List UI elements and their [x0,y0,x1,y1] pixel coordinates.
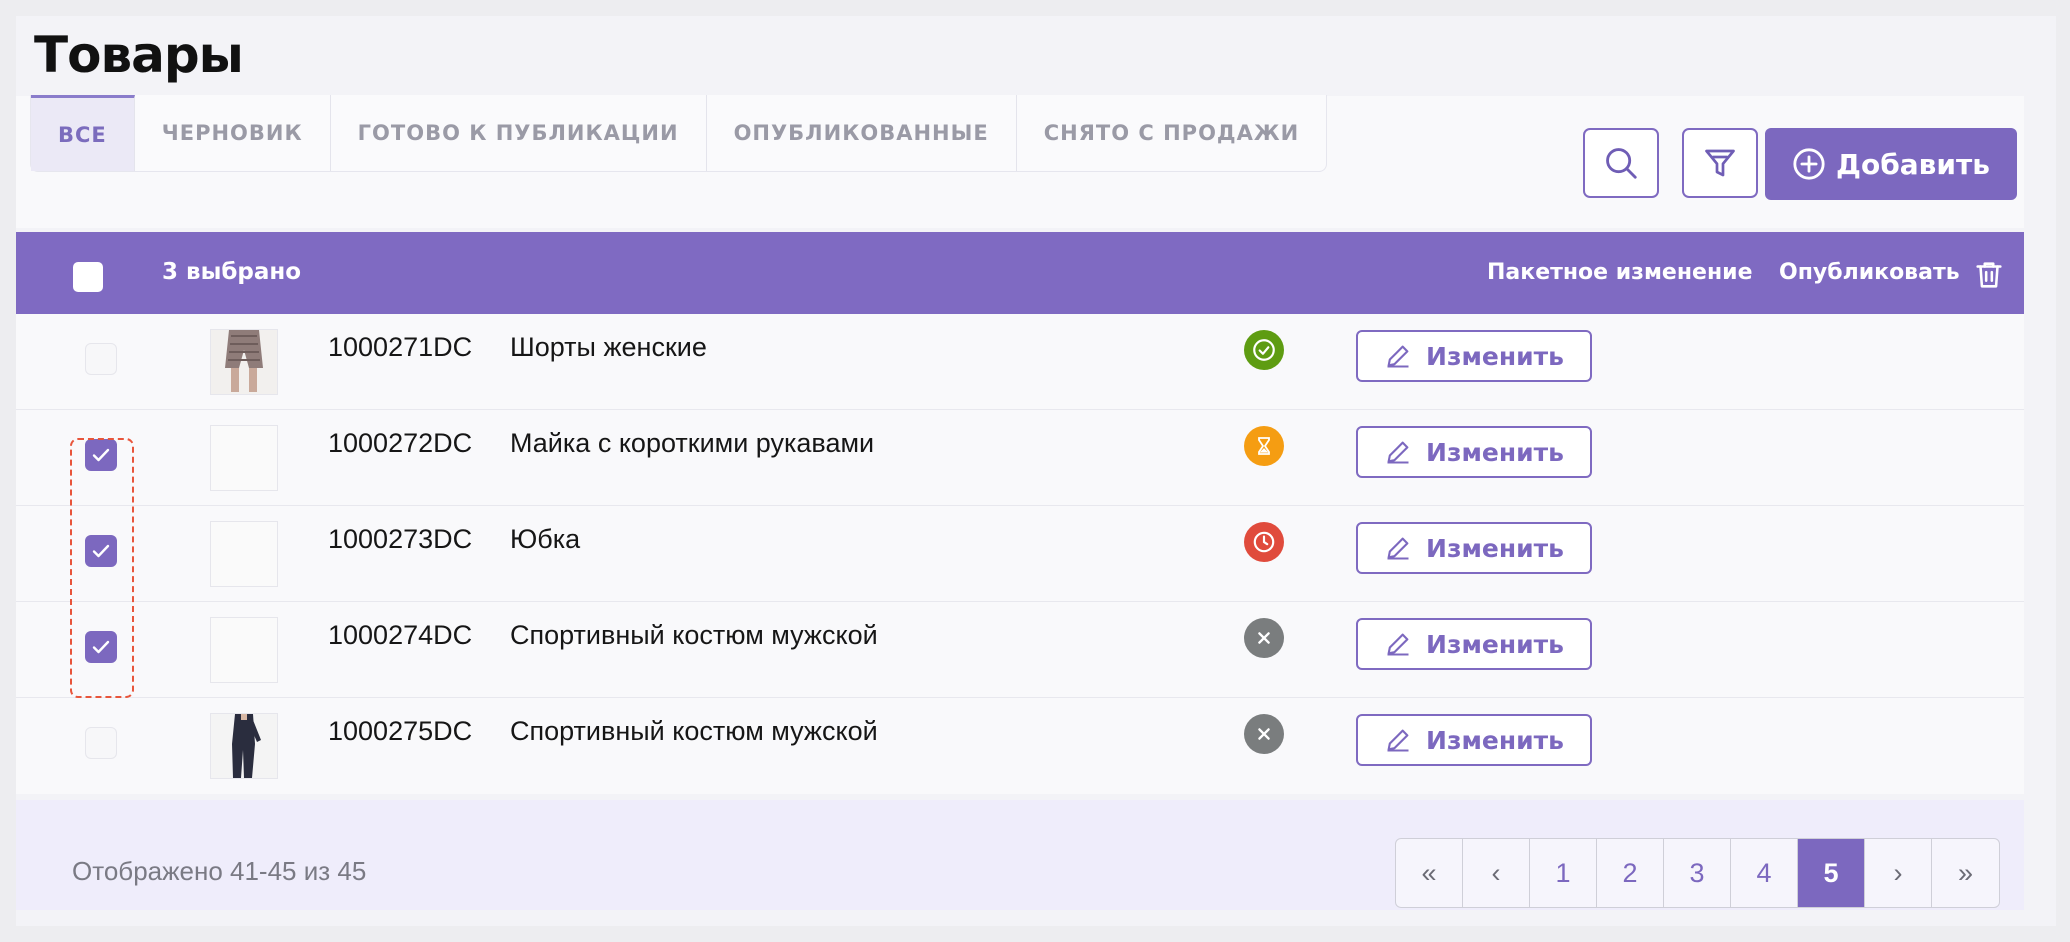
table-row: 1000275DC Спортивный костюм мужской Изме… [16,698,2024,794]
select-all-checkbox[interactable] [73,262,103,292]
product-name: Шорты женские [510,332,707,362]
product-thumbnail [210,713,278,779]
edit-button-label: Изменить [1426,629,1564,659]
filter-button[interactable] [1682,128,1758,198]
hourglass-icon [1258,437,1270,455]
product-name: Майка с короткими рукавами [510,428,875,458]
selection-highlight [70,438,134,698]
product-sku: 1000272DC [328,428,473,458]
product-thumbnail [210,617,278,683]
add-button[interactable]: Добавить [1765,128,2017,200]
table-row: 1000272DC Майка с короткими рукавами Изм… [16,410,2024,506]
edit-button[interactable]: Изменить [1356,714,1592,766]
check-circle-icon [1253,339,1275,361]
page-button-1[interactable]: 1 [1530,839,1597,907]
page-button-5[interactable]: 5 [1798,839,1865,907]
trash-icon[interactable] [1972,258,2006,292]
table-row: 1000271DC Шорты женские Изменить [16,314,2024,410]
last-page-button[interactable]: » [1932,839,1999,907]
product-thumbnail [210,329,278,395]
page-button-4[interactable]: 4 [1731,839,1798,907]
page-title: Товары [34,26,244,84]
status-badge [1244,714,1284,754]
search-button[interactable] [1583,128,1659,198]
plus-circle-icon [1793,148,1825,180]
search-icon [1606,148,1637,179]
page-button-3[interactable]: 3 [1664,839,1731,907]
product-sku: 1000271DC [328,332,473,362]
edit-button-label: Изменить [1426,341,1564,371]
product-thumbnail [210,425,278,491]
product-name: Юбка [510,524,581,554]
publish-button[interactable]: Опубликовать [1779,260,1960,285]
product-thumbnail [210,521,278,587]
first-page-button[interactable]: « [1396,839,1463,907]
tab-published[interactable]: ОПУБЛИКОВАННЫЕ [707,95,1017,171]
table-row: 1000274DC Спортивный костюм мужской Изме… [16,602,2024,698]
pencil-icon [1387,729,1409,752]
tab-ready[interactable]: ГОТОВО К ПУБЛИКАЦИИ [331,95,707,171]
pencil-icon [1387,537,1409,560]
pencil-icon [1387,633,1409,656]
status-badge [1244,618,1284,658]
clock-icon [1253,531,1275,553]
edit-button-label: Изменить [1426,725,1564,755]
status-badge [1244,522,1284,562]
product-name: Спортивный костюм мужской [510,620,878,650]
edit-button[interactable]: Изменить [1356,330,1592,382]
product-sku: 1000275DC [328,716,473,746]
selected-count: 3 выбрано [162,259,302,285]
edit-button-label: Изменить [1426,533,1564,563]
status-badge [1244,330,1284,370]
add-button-label: Добавить [1836,147,1990,181]
edit-button-label: Изменить [1426,437,1564,467]
filter-icon [1705,149,1735,177]
edit-button[interactable]: Изменить [1356,522,1592,574]
tab-all[interactable]: ВСЕ [31,95,135,171]
product-sku: 1000273DC [328,524,473,554]
x-icon [1258,728,1270,740]
batch-edit-button[interactable]: Пакетное изменение [1487,260,1753,285]
product-sku: 1000274DC [328,620,473,650]
tab-removed[interactable]: СНЯТО С ПРОДАЖИ [1017,95,1326,171]
product-name: Спортивный костюм мужской [510,716,878,746]
x-icon [1258,632,1270,644]
status-badge [1244,426,1284,466]
status-tabs: ВСЕ ЧЕРНОВИК ГОТОВО К ПУБЛИКАЦИИ ОПУБЛИК… [30,95,1328,172]
next-page-button[interactable]: › [1865,839,1932,907]
edit-button[interactable]: Изменить [1356,426,1592,478]
table-row: 1000273DC Юбка Изменить [16,506,2024,602]
product-table: 1000271DC Шорты женские Изменить 1000272… [16,314,2024,794]
edit-button[interactable]: Изменить [1356,618,1592,670]
page-button-2[interactable]: 2 [1597,839,1664,907]
pagination: « ‹ 1 2 3 4 5 › » [1395,838,2000,908]
showing-count: Отображено 41-45 из 45 [72,856,367,886]
prev-page-button[interactable]: ‹ [1463,839,1530,907]
tab-draft[interactable]: ЧЕРНОВИК [135,95,331,171]
pencil-icon [1387,345,1409,368]
pencil-icon [1387,441,1409,464]
row-checkbox[interactable] [85,727,117,759]
row-checkbox[interactable] [85,343,117,375]
